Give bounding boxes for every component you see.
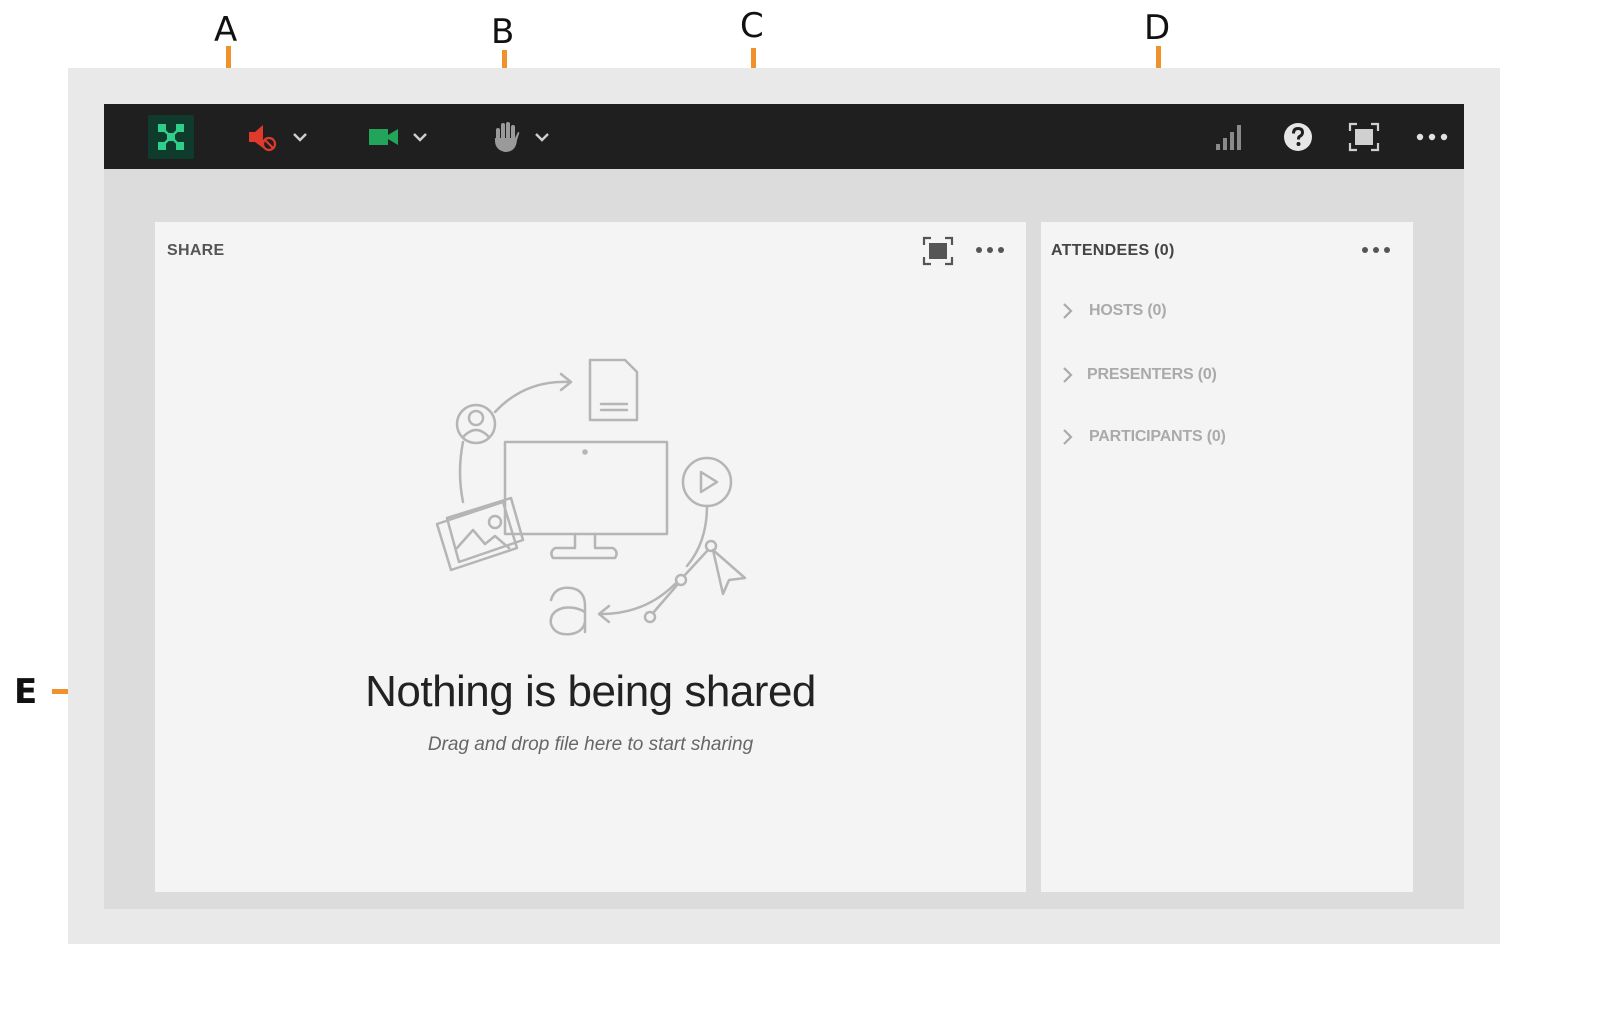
attendees-pod-title: ATTENDEES (0)	[1051, 242, 1175, 259]
pod-options-icon[interactable]	[975, 245, 1005, 255]
attendee-group-participants[interactable]: PARTICIPANTS (0)	[1061, 428, 1226, 446]
help-button[interactable]	[1282, 104, 1314, 169]
meeting-logo-icon	[148, 114, 194, 159]
raise-hand-icon	[494, 121, 520, 152]
share-pod[interactable]: SHARE Nothing is being shared Drag and d…	[155, 222, 1026, 892]
callout-d: D	[1144, 8, 1171, 48]
chevron-down-icon	[413, 132, 427, 142]
callout-b: B	[491, 12, 515, 52]
empty-state-subtitle: Drag and drop file here to start sharing	[427, 734, 754, 755]
meeting-menu-button[interactable]	[148, 104, 194, 169]
chevron-right-icon	[1063, 367, 1073, 383]
chevron-down-icon	[535, 132, 549, 142]
attendee-group-label: PARTICIPANTS (0)	[1089, 428, 1226, 445]
attendee-group-label: HOSTS (0)	[1089, 302, 1167, 319]
callout-e: E	[14, 672, 38, 712]
chevron-right-icon	[1063, 303, 1073, 319]
more-options-icon	[1416, 133, 1448, 140]
share-pod-title: SHARE	[167, 242, 225, 259]
attendees-pod[interactable]: ATTENDEES (0) HOSTS (0) PRESENTERS (0) P…	[1041, 222, 1413, 892]
camera-button[interactable]	[368, 104, 428, 169]
connection-status-button[interactable]	[1214, 104, 1244, 169]
more-options-button[interactable]	[1416, 104, 1448, 169]
chevron-down-icon	[293, 132, 307, 142]
empty-state-title: Nothing is being shared	[365, 667, 816, 716]
pod-options-icon[interactable]	[1361, 245, 1391, 255]
meeting-room-window: SHARE Nothing is being shared Drag and d…	[104, 104, 1464, 909]
top-toolbar	[104, 104, 1464, 169]
callout-a: A	[214, 10, 238, 50]
attendee-group-presenters[interactable]: PRESENTERS (0)	[1061, 366, 1217, 384]
camera-icon	[369, 128, 398, 145]
chevron-right-icon	[1063, 429, 1073, 445]
connection-strength-icon	[1216, 124, 1241, 150]
attendee-group-hosts[interactable]: HOSTS (0)	[1061, 302, 1167, 320]
callout-c: C	[740, 6, 764, 46]
fullscreen-button[interactable]	[1348, 104, 1380, 169]
audio-button[interactable]	[246, 104, 308, 169]
share-illustration-icon	[435, 358, 747, 636]
status-button[interactable]	[490, 104, 550, 169]
microphone-muted-icon	[249, 124, 277, 151]
attendee-group-label: PRESENTERS (0)	[1087, 366, 1217, 383]
help-icon	[1284, 122, 1312, 151]
fullscreen-icon	[1348, 122, 1380, 151]
pod-fullscreen-icon[interactable]	[922, 236, 954, 266]
